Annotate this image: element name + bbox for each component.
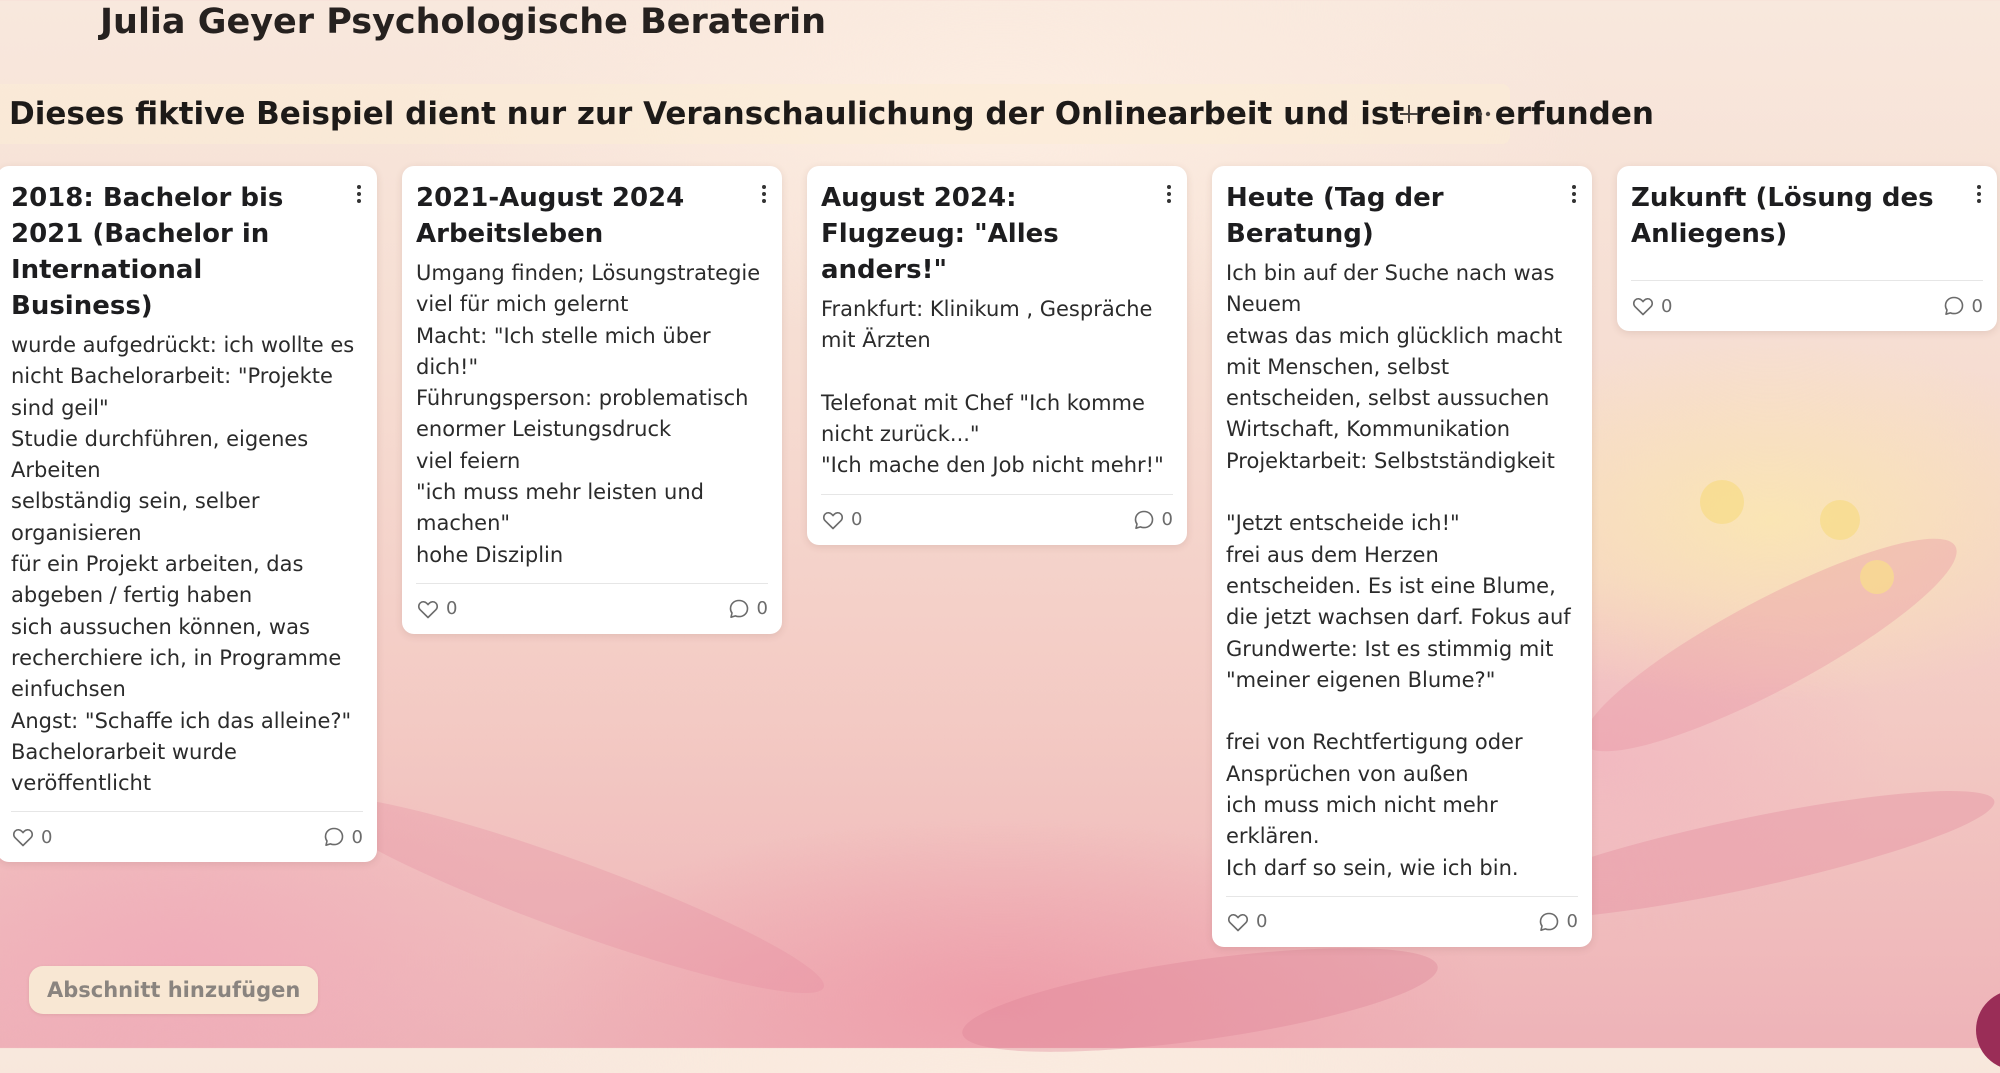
post-card[interactable]: August 2024: Flugzeug: "Alles anders!" F… xyxy=(807,166,1187,545)
comment-button[interactable]: 0 xyxy=(1942,294,1983,318)
comment-button[interactable]: 0 xyxy=(727,597,768,621)
card-title: Zukunft (Lösung des Anliegens) xyxy=(1631,183,1934,249)
comment-icon xyxy=(324,828,343,847)
heart-icon xyxy=(1632,297,1654,316)
section-menu-button[interactable] xyxy=(1458,94,1502,134)
board-title: Julia Geyer Psychologische Beraterin xyxy=(100,2,827,42)
comment-icon xyxy=(729,599,748,618)
comment-count: 0 xyxy=(756,598,768,620)
heart-icon xyxy=(417,600,439,619)
card-footer: 0 0 xyxy=(821,493,1173,545)
comment-icon xyxy=(1539,912,1558,931)
like-button[interactable]: 0 xyxy=(821,508,862,532)
post-card[interactable]: Zukunft (Lösung des Anliegens) 0 0 xyxy=(1617,166,1997,331)
like-button[interactable]: 0 xyxy=(11,825,52,849)
comment-count: 0 xyxy=(1566,911,1578,933)
comment-button[interactable]: 0 xyxy=(322,825,363,849)
comment-button[interactable]: 0 xyxy=(1132,508,1173,532)
section-header: Dieses fiktive Beispiel dient nur zur Ve… xyxy=(0,84,1654,144)
card-menu-button[interactable] xyxy=(1564,180,1584,208)
post-card[interactable]: 2021-August 2024 Arbeitsleben Umgang fin… xyxy=(402,166,782,634)
card-title: Heute (Tag der Beratung) xyxy=(1226,183,1444,249)
like-button[interactable]: 0 xyxy=(1226,910,1267,934)
like-count: 0 xyxy=(446,598,458,620)
like-count: 0 xyxy=(1661,295,1673,317)
card-title: 2021-August 2024 Arbeitsleben xyxy=(416,183,685,249)
like-count: 0 xyxy=(851,509,863,531)
card-body: wurde aufgedrückt: ich wollte es nicht B… xyxy=(11,333,355,796)
floating-action-button[interactable] xyxy=(1976,990,2000,1070)
like-button[interactable]: 0 xyxy=(416,597,457,621)
comment-button[interactable]: 0 xyxy=(1537,910,1578,934)
card-footer: 0 0 xyxy=(1226,895,1578,947)
comment-icon xyxy=(1134,510,1153,529)
card-body: Ich bin auf der Suche nach was Neuem etw… xyxy=(1226,261,1571,880)
card-title: August 2024: Flugzeug: "Alles anders!" xyxy=(821,183,1059,285)
post-card[interactable]: 2018: Bachelor bis 2021 (Bachelor in Int… xyxy=(0,166,377,863)
comment-count: 0 xyxy=(351,826,363,848)
heart-icon xyxy=(12,829,34,847)
ellipsis-icon xyxy=(1469,111,1491,117)
comment-icon xyxy=(1944,296,1963,315)
add-post-button[interactable] xyxy=(1387,94,1431,134)
card-body xyxy=(1631,258,1983,268)
like-button[interactable]: 0 xyxy=(1631,294,1672,318)
card-menu-button[interactable] xyxy=(349,180,369,208)
card-menu-button[interactable] xyxy=(1969,180,1989,208)
comment-count: 0 xyxy=(1971,295,1983,317)
card-footer: 0 0 xyxy=(11,811,363,862)
card-footer: 0 0 xyxy=(1631,280,1983,331)
card-footer: 0 0 xyxy=(416,582,768,634)
add-section-button[interactable]: Abschnitt hinzufügen xyxy=(29,966,319,1014)
card-body: Umgang finden; Lösungstrategie viel für … xyxy=(416,261,761,567)
card-menu-button[interactable] xyxy=(1159,180,1179,208)
comment-count: 0 xyxy=(1161,509,1173,531)
like-count: 0 xyxy=(1256,911,1268,933)
post-card[interactable]: Heute (Tag der Beratung) Ich bin auf der… xyxy=(1212,166,1592,947)
like-count: 0 xyxy=(41,826,53,848)
card-title: 2018: Bachelor bis 2021 (Bachelor in Int… xyxy=(11,183,284,321)
heart-icon xyxy=(822,511,844,530)
plus-icon xyxy=(1400,105,1418,123)
card-menu-button[interactable] xyxy=(754,180,774,208)
heart-icon xyxy=(1227,913,1249,932)
card-body: Frankfurt: Klinikum , Gespräche mit Ärzt… xyxy=(821,297,1164,478)
